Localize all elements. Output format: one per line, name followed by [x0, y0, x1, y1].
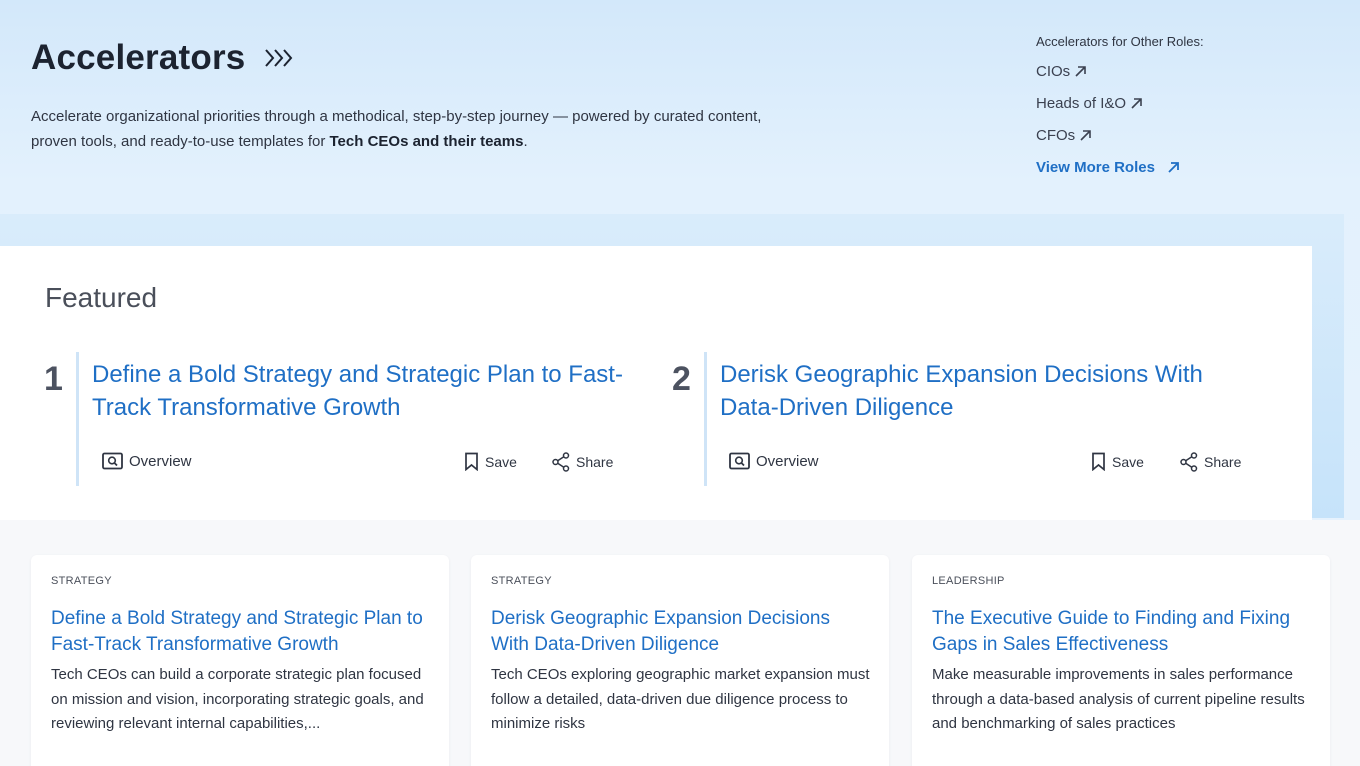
- card-category: STRATEGY: [491, 575, 552, 587]
- bookmark-icon: [1092, 452, 1105, 471]
- share-label: Share: [1204, 454, 1242, 470]
- save-label: Save: [485, 453, 517, 470]
- hero-description-end: .: [523, 133, 528, 150]
- card-category: LEADERSHIP: [932, 575, 1005, 587]
- role-link-label: Heads of I&O: [1036, 94, 1127, 112]
- share-icon: [1180, 452, 1198, 472]
- save-button[interactable]: Save: [1091, 452, 1144, 471]
- share-icon: [552, 452, 570, 472]
- page-title: Accelerators: [31, 38, 295, 78]
- featured-item: 2 Derisk Geographic Expansion Decisions …: [660, 352, 1300, 486]
- overview-button[interactable]: Overview: [729, 452, 819, 470]
- accelerator-card: LEADERSHIP The Executive Guide to Findin…: [912, 555, 1330, 766]
- featured-item-divider: [76, 352, 79, 486]
- page-title-text: Accelerators: [31, 38, 246, 77]
- card-category: STRATEGY: [51, 575, 112, 587]
- save-label: Save: [1112, 453, 1144, 470]
- role-link-heads-of-io[interactable]: Heads of I&O: [1036, 93, 1204, 113]
- triple-chevron-right-icon: [263, 47, 295, 69]
- arrow-up-right-icon: [1075, 65, 1086, 77]
- featured-item-title-link[interactable]: Derisk Geographic Expansion Decisions Wi…: [720, 358, 1220, 424]
- card-description: Make measurable improvements in sales pe…: [932, 666, 1305, 732]
- role-link-cfos[interactable]: CFOs: [1036, 125, 1204, 145]
- arrow-up-right-icon: [1168, 161, 1179, 173]
- share-button[interactable]: Share: [552, 452, 613, 472]
- featured-item-number: 2: [672, 360, 691, 398]
- other-roles-panel: Accelerators for Other Roles: CIOs Heads…: [1036, 34, 1204, 189]
- arrow-up-right-icon: [1131, 97, 1142, 109]
- overview-label: Overview: [756, 452, 819, 470]
- hero-description: Accelerate organizational priorities thr…: [31, 104, 771, 154]
- featured-item-divider: [704, 352, 707, 486]
- search-document-icon: [102, 452, 123, 470]
- role-link-label: CIOs: [1036, 62, 1071, 80]
- view-more-roles-label: View More Roles: [1036, 158, 1155, 176]
- overview-label: Overview: [129, 452, 192, 470]
- card-description: Tech CEOs exploring geographic market ex…: [491, 666, 870, 732]
- arrow-up-right-icon: [1080, 129, 1091, 141]
- accelerator-card: STRATEGY Derisk Geographic Expansion Dec…: [471, 555, 889, 766]
- overview-button[interactable]: Overview: [102, 452, 192, 470]
- bookmark-icon: [465, 452, 478, 471]
- featured-title: Featured: [45, 282, 158, 313]
- card-description: Tech CEOs can build a corporate strategi…: [51, 666, 424, 732]
- accelerator-card: STRATEGY Define a Bold Strategy and Stra…: [31, 555, 449, 766]
- featured-item-title-link[interactable]: Define a Bold Strategy and Strategic Pla…: [92, 358, 632, 424]
- save-button[interactable]: Save: [464, 452, 517, 471]
- share-label: Share: [576, 454, 614, 470]
- card-title-link[interactable]: The Executive Guide to Finding and Fixin…: [932, 606, 1312, 658]
- search-document-icon: [729, 452, 750, 470]
- share-button[interactable]: Share: [1180, 452, 1241, 472]
- card-title-link[interactable]: Derisk Geographic Expansion Decisions Wi…: [491, 606, 871, 658]
- hero-description-audience: Tech CEOs and their teams: [329, 133, 524, 150]
- card-title-link[interactable]: Define a Bold Strategy and Strategic Pla…: [51, 606, 431, 658]
- featured-item: 1 Define a Bold Strategy and Strategic P…: [0, 352, 660, 486]
- other-roles-label: Accelerators for Other Roles:: [1036, 34, 1204, 49]
- role-link-cios[interactable]: CIOs: [1036, 61, 1204, 81]
- view-more-roles-link[interactable]: View More Roles: [1036, 157, 1204, 177]
- featured-item-number: 1: [44, 360, 63, 398]
- role-link-label: CFOs: [1036, 126, 1076, 144]
